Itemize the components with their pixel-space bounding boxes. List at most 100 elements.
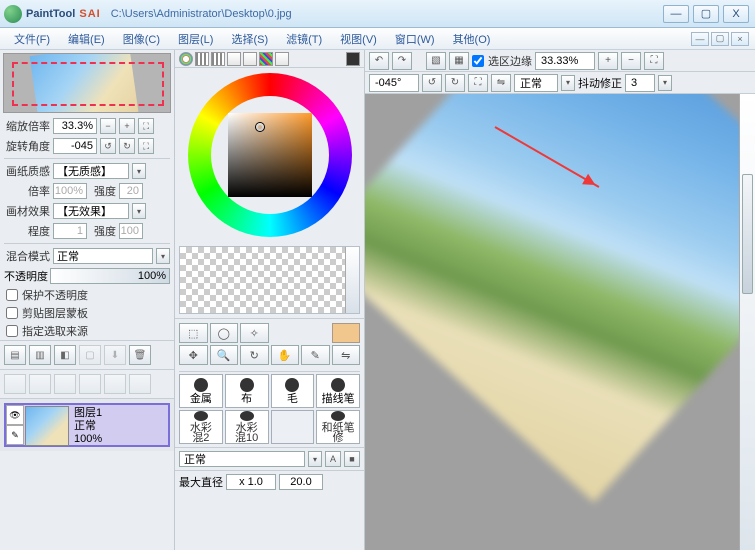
selection-source-checkbox[interactable]: 指定选取来源 [0, 322, 174, 340]
brush-opt1-button[interactable]: A [325, 451, 341, 467]
menu-select[interactable]: 选择(S) [223, 29, 276, 49]
navigator[interactable] [3, 53, 171, 113]
tool-swap-color[interactable]: ⇋ [332, 345, 361, 365]
layer-extra6-button[interactable] [129, 374, 151, 394]
gray-tab[interactable] [227, 52, 241, 66]
stabilizer-value[interactable]: 3 [625, 74, 655, 92]
hsv-sliders-tab[interactable] [211, 52, 225, 66]
material-effect-select[interactable]: 【无效果】 [53, 203, 129, 219]
palette-tab[interactable] [259, 52, 273, 66]
tool-lasso[interactable]: ◯ [210, 323, 239, 343]
layer-extra2-button[interactable] [29, 374, 51, 394]
brush-preset-6[interactable]: 水彩混10 [225, 410, 269, 444]
rotation-value[interactable]: -045 [53, 138, 97, 154]
blend-mode-select[interactable]: 正常 [53, 248, 153, 264]
menu-filter[interactable]: 滤镜(T) [278, 29, 330, 49]
brush-preset-1[interactable]: 金属 [179, 374, 223, 408]
layer-extra1-button[interactable] [4, 374, 26, 394]
sv-picker[interactable] [228, 113, 312, 197]
canvas-zoom-value[interactable]: 33.33% [535, 52, 595, 70]
scratchpad-tab[interactable] [275, 52, 289, 66]
canvas-rotate-left-button[interactable]: ↺ [422, 74, 442, 92]
layer-merge-button[interactable]: ⬇ [104, 345, 126, 365]
foreground-color[interactable] [346, 52, 360, 66]
zoom-out-button[interactable]: − [100, 118, 116, 134]
rotate-left-button[interactable]: ↺ [100, 138, 116, 154]
brush-blend-select[interactable]: 正常 [179, 451, 305, 467]
mdi-close-button[interactable]: × [731, 32, 749, 46]
layer-extra4-button[interactable] [79, 374, 101, 394]
brush-preset-8[interactable]: 和纸笔修 [316, 410, 360, 444]
tool-zoom[interactable]: 🔍 [210, 345, 239, 365]
deselect-button[interactable]: ▧ [426, 52, 446, 70]
max-diameter-value[interactable]: 20.0 [279, 474, 323, 490]
menu-view[interactable]: 视图(V) [332, 29, 385, 49]
undo-button[interactable]: ↶ [369, 52, 389, 70]
layer-mask-button[interactable]: ◧ [54, 345, 76, 365]
new-layer-button[interactable]: ▤ [4, 345, 26, 365]
layer-extra3-button[interactable] [54, 374, 76, 394]
layer-visible-icon[interactable]: 👁 [6, 405, 24, 425]
canvas-zoom-fit-button[interactable]: ⛶ [644, 52, 664, 70]
layer-edit-icon[interactable]: ✎ [6, 425, 24, 445]
brush-preset-4[interactable]: 描线笔 [316, 374, 360, 408]
material-effect-dropdown-icon[interactable]: ▾ [132, 203, 146, 219]
layer-extra5-button[interactable] [104, 374, 126, 394]
minimize-button[interactable]: — [663, 5, 689, 23]
menu-other[interactable]: 其他(O) [445, 29, 499, 49]
menu-edit[interactable]: 编辑(E) [60, 29, 113, 49]
swatch-tab[interactable] [243, 52, 257, 66]
tool-hand[interactable]: ✋ [271, 345, 300, 365]
layer-delete-button[interactable]: 🗑 [129, 345, 151, 365]
color-wheel[interactable] [175, 68, 364, 242]
zoom-fit-button[interactable]: ⛶ [138, 118, 154, 134]
canvas-blend-dropdown-icon[interactable]: ▾ [561, 75, 575, 91]
clipping-mask-checkbox[interactable]: 剪贴图层蒙板 [0, 304, 174, 322]
menu-file[interactable]: 文件(F) [6, 29, 58, 49]
scrollbar-thumb[interactable] [742, 174, 753, 294]
color-wheel-tab[interactable] [179, 52, 193, 66]
invert-select-button[interactable]: ▦ [449, 52, 469, 70]
zoom-in-button[interactable]: + [119, 118, 135, 134]
swatch-panel[interactable] [179, 246, 360, 314]
brush-preset-5[interactable]: 水彩混2 [179, 410, 223, 444]
blend-mode-dropdown-icon[interactable]: ▾ [156, 248, 170, 264]
selection-edge-checkbox[interactable]: 选区边缘 [472, 53, 532, 69]
max-diameter-mul[interactable]: x 1.0 [226, 474, 276, 490]
canvas-zoom-out-button[interactable]: − [621, 52, 641, 70]
rgb-sliders-tab[interactable] [195, 52, 209, 66]
tool-picker[interactable]: ✎ [301, 345, 330, 365]
paper-texture-select[interactable]: 【无质感】 [53, 163, 129, 179]
layer-item[interactable]: 👁 ✎ 图层1 正常 100% [4, 403, 170, 447]
close-button[interactable]: X [723, 5, 749, 23]
brush-preset-3[interactable]: 毛 [271, 374, 315, 408]
paper-texture-dropdown-icon[interactable]: ▾ [132, 163, 146, 179]
brush-preset-2[interactable]: 布 [225, 374, 269, 408]
menu-image[interactable]: 图像(C) [115, 29, 168, 49]
canvas-zoom-in-button[interactable]: + [598, 52, 618, 70]
canvas-vscrollbar[interactable] [739, 94, 755, 550]
current-color-chip[interactable] [332, 323, 361, 343]
tool-magic-wand[interactable]: ✧ [240, 323, 269, 343]
redo-button[interactable]: ↷ [392, 52, 412, 70]
tool-move[interactable]: ✥ [179, 345, 208, 365]
maximize-button[interactable]: ▢ [693, 5, 719, 23]
stabilizer-dropdown-icon[interactable]: ▾ [658, 75, 672, 91]
rotation-reset-button[interactable]: ⛶ [138, 138, 154, 154]
rotate-right-button[interactable]: ↻ [119, 138, 135, 154]
brush-preset-7[interactable] [271, 410, 315, 444]
protect-opacity-checkbox[interactable]: 保护不透明度 [0, 286, 174, 304]
zoom-value[interactable]: 33.3% [53, 118, 97, 134]
brush-blend-dropdown-icon[interactable]: ▾ [308, 451, 322, 467]
canvas-rotate-right-button[interactable]: ↻ [445, 74, 465, 92]
new-folder-button[interactable]: ▥ [29, 345, 51, 365]
canvas[interactable] [365, 94, 755, 550]
menu-layer[interactable]: 图层(L) [170, 29, 221, 49]
canvas-blend-select[interactable]: 正常 [514, 74, 558, 92]
mdi-max-button[interactable]: ▢ [711, 32, 729, 46]
canvas-flip-button[interactable]: ⇋ [491, 74, 511, 92]
canvas-angle-value[interactable]: -045° [369, 74, 419, 92]
mdi-min-button[interactable]: — [691, 32, 709, 46]
menu-window[interactable]: 窗口(W) [387, 29, 443, 49]
brush-opt2-button[interactable]: ■ [344, 451, 360, 467]
